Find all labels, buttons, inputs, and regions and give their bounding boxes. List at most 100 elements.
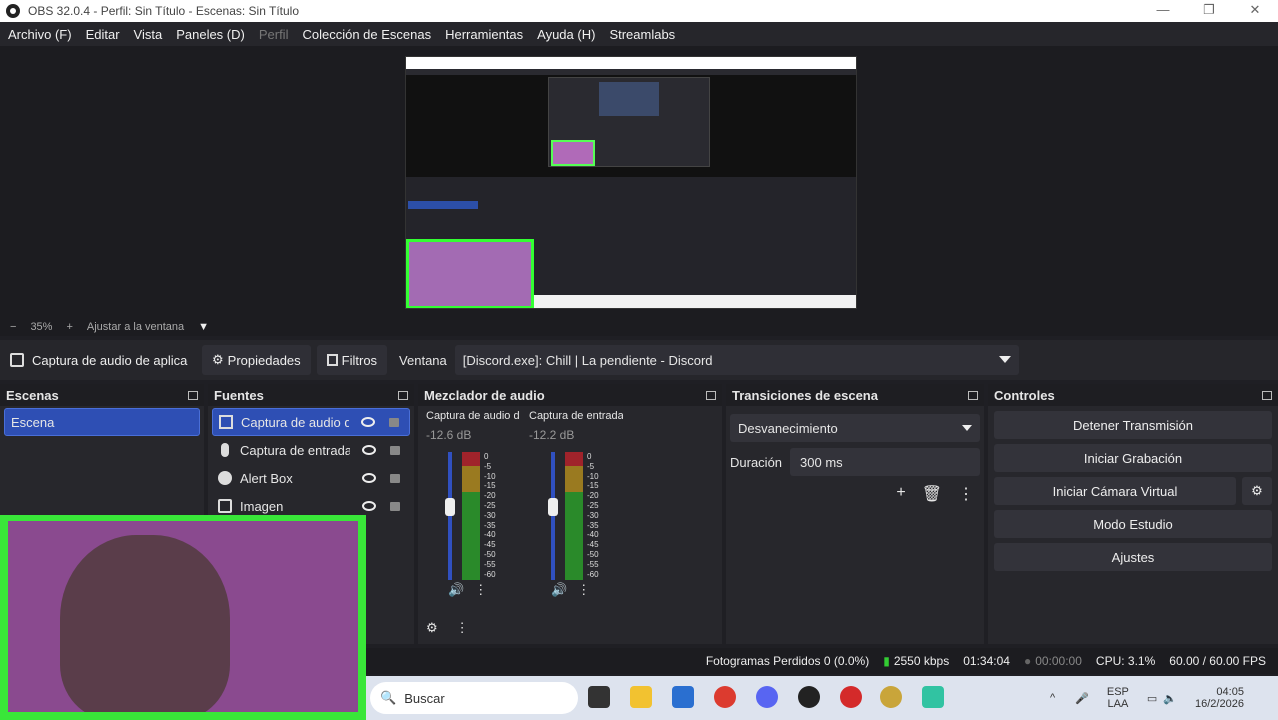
record-icon: ● [1023, 654, 1032, 668]
selected-source: Captura de audio de aplicación [10, 353, 188, 368]
discord-icon[interactable] [756, 686, 778, 708]
lock-icon[interactable] [390, 501, 400, 511]
source-item[interactable]: Captura de entrada de audio [212, 436, 410, 464]
network-icon[interactable]: ▭ [1147, 692, 1157, 705]
window-title: OBS 32.0.4 - Perfil: Sin Título - Escena… [28, 4, 300, 18]
menu-ayuda[interactable]: Ayuda (H) [537, 27, 595, 42]
menu-archivo[interactable]: Archivo (F) [8, 27, 72, 42]
more-options-icon[interactable]: ⋮ [958, 484, 974, 504]
fit-window-label[interactable]: Ajustar a la ventana [87, 321, 184, 333]
search-placeholder: Buscar [404, 690, 445, 706]
keyboard-layout[interactable]: LAA [1107, 698, 1128, 710]
obs-icon[interactable] [798, 686, 820, 708]
studio-mode-button[interactable]: Modo Estudio [994, 510, 1272, 538]
zoom-out-button[interactable]: − [10, 321, 16, 333]
stop-stream-button[interactable]: Detener Transmisión [994, 411, 1272, 439]
eye-icon[interactable] [362, 473, 376, 483]
chevron-up-icon[interactable]: ^ [1050, 692, 1055, 704]
controls-title: Controles [994, 387, 1055, 403]
meter-tick: -15 [484, 481, 496, 491]
zoom-level: 35% [30, 321, 53, 333]
meter-tick: -20 [587, 491, 599, 501]
channel-name: Captura de audio de aplicación [426, 410, 520, 422]
bitrate: 2550 kbps [893, 654, 950, 668]
game-icon[interactable] [880, 686, 902, 708]
channel-db: -12.2 dB [529, 428, 575, 442]
close-button[interactable]: ✕ [1232, 0, 1278, 22]
lock-icon[interactable] [390, 473, 400, 483]
meter-tick: -10 [484, 471, 496, 481]
webcam-overlay [0, 515, 366, 720]
volume-knob[interactable] [445, 498, 455, 516]
microphone-icon[interactable]: 🎤 [1075, 692, 1089, 705]
meter-tick: -60 [484, 569, 496, 579]
meter-tick: -55 [484, 559, 496, 569]
volume-slider[interactable] [445, 452, 455, 580]
lock-icon[interactable] [390, 445, 400, 455]
minimize-button[interactable]: — [1140, 0, 1186, 22]
maximize-button[interactable]: ❐ [1186, 0, 1232, 22]
meter-tick: 0 [484, 452, 489, 461]
language-code[interactable]: ESP [1107, 686, 1129, 698]
add-icon[interactable]: + [896, 484, 905, 504]
trash-icon[interactable]: 🗑 [922, 484, 942, 504]
duration-spinbox[interactable]: 300 ms [790, 448, 980, 476]
properties-button[interactable]: ⚙ Propiedades [202, 345, 311, 375]
window-select[interactable]: [Discord.exe]: Chill | La pendiente - Di… [454, 345, 1019, 375]
clock-date[interactable]: 16/2/2026 [1195, 698, 1244, 710]
meter-tick: -5 [587, 461, 595, 471]
float-dock-icon[interactable] [706, 390, 716, 400]
chrome-icon[interactable] [714, 686, 736, 708]
more-options-icon[interactable]: ⋮ [577, 582, 590, 598]
gear-icon[interactable]: ⚙ [426, 620, 438, 636]
float-dock-icon[interactable] [398, 390, 408, 400]
settings-button[interactable]: Ajustes [994, 543, 1272, 571]
menu-vista[interactable]: Vista [134, 27, 163, 42]
float-dock-icon[interactable] [968, 390, 978, 400]
float-dock-icon[interactable] [188, 390, 198, 400]
eye-icon[interactable] [361, 417, 375, 427]
menu-paneles[interactable]: Paneles (D) [176, 27, 245, 42]
speaker-icon[interactable]: 🔊 [448, 582, 464, 598]
store-icon[interactable] [672, 686, 694, 708]
zoom-in-button[interactable]: + [66, 321, 72, 333]
source-item[interactable]: Captura de audio de aplicación [212, 408, 410, 436]
streamlabs-icon[interactable] [922, 686, 944, 708]
task-view-icon[interactable] [588, 686, 610, 708]
selected-source-name: Captura de audio de aplicación [32, 352, 188, 368]
file-explorer-icon[interactable] [630, 686, 652, 708]
source-item[interactable]: Alert Box [212, 464, 410, 492]
virtual-camera-settings-icon[interactable]: ⚙ [1242, 477, 1272, 505]
volume-icon[interactable]: 🔈 [1163, 692, 1177, 705]
fps: 60.00 / 60.00 FPS [1169, 654, 1266, 668]
filters-button[interactable]: Filtros [316, 345, 388, 375]
signal-icon: ▮ [883, 654, 890, 668]
app-red-icon[interactable] [840, 686, 862, 708]
controls-dock: Controles Detener Transmisión Iniciar Gr… [988, 384, 1278, 644]
menu-streamlabs[interactable]: Streamlabs [609, 27, 675, 42]
start-recording-button[interactable]: Iniciar Grabación [994, 444, 1272, 472]
record-time: 00:00:00 [1035, 654, 1082, 668]
preview-canvas[interactable] [0, 46, 1278, 318]
more-options-icon[interactable]: ⋮ [456, 620, 469, 636]
eye-icon[interactable] [362, 501, 376, 511]
menu-editar[interactable]: Editar [86, 27, 120, 42]
meter-tick: -60 [587, 569, 599, 579]
zoom-dropdown-arrow[interactable]: ▼ [198, 321, 209, 333]
menu-coleccion-escenas[interactable]: Colección de Escenas [302, 27, 431, 42]
lock-icon[interactable] [389, 417, 399, 427]
menu-herramientas[interactable]: Herramientas [445, 27, 523, 42]
more-options-icon[interactable]: ⋮ [474, 582, 487, 598]
float-dock-icon[interactable] [1262, 390, 1272, 400]
taskbar-search[interactable]: 🔍 Buscar [370, 682, 578, 714]
transition-select-value: Desvanecimiento [738, 420, 838, 436]
transition-select[interactable]: Desvanecimiento [730, 414, 980, 442]
eye-icon[interactable] [362, 445, 376, 455]
meter-tick: -40 [587, 530, 599, 540]
scene-item[interactable]: Escena [4, 408, 200, 436]
volume-slider[interactable] [548, 452, 558, 580]
start-virtual-camera-button[interactable]: Iniciar Cámara Virtual [994, 477, 1236, 505]
volume-knob[interactable] [548, 498, 558, 516]
speaker-icon[interactable]: 🔊 [551, 582, 567, 598]
clock-time[interactable]: 04:05 [1216, 686, 1244, 698]
